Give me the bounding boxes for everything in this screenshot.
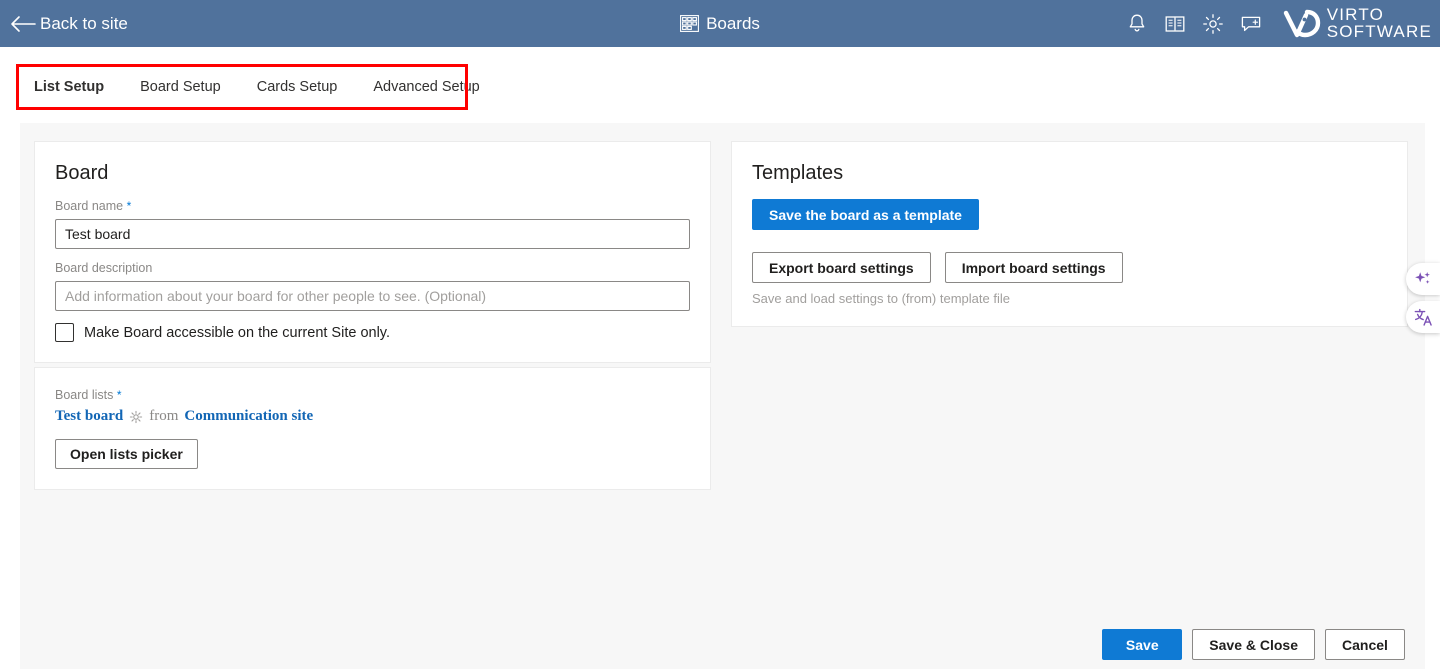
save-template-button-wrap: Save the board as a template — [752, 199, 1387, 230]
save-board-as-template-button[interactable]: Save the board as a template — [752, 199, 979, 230]
back-to-site-label: Back to site — [40, 13, 128, 33]
right-column: Templates Save the board as a template E… — [731, 141, 1408, 327]
boards-grid-icon — [680, 15, 700, 32]
template-io-buttons: Export board settings Import board setti… — [752, 252, 1387, 283]
settings-cards-row: Board Board name * Board description Mak… — [34, 141, 1412, 490]
board-lists-card: Board lists * Test board from Communicat… — [34, 367, 711, 490]
save-and-close-button[interactable]: Save & Close — [1192, 629, 1315, 660]
tab-cards-setup-label: Cards Setup — [256, 79, 338, 95]
cancel-button[interactable]: Cancel — [1325, 629, 1405, 660]
tab-board-setup[interactable]: Board Setup — [122, 64, 239, 110]
board-name-required-star: * — [126, 199, 132, 213]
brand-line-1: VIRTO — [1326, 4, 1385, 24]
tab-list-setup[interactable]: List Setup — [16, 64, 122, 110]
list-settings-gear-icon[interactable] — [129, 410, 143, 424]
site-only-label: Make Board accessible on the current Sit… — [84, 324, 391, 341]
board-card: Board Board name * Board description Mak… — [34, 141, 711, 363]
board-description-input[interactable] — [55, 281, 690, 311]
from-label: from — [149, 408, 179, 424]
board-lists-required-star: * — [116, 388, 122, 402]
gear-icon[interactable] — [1201, 12, 1225, 36]
form-action-bar: Save Save & Close Cancel — [1102, 629, 1405, 660]
save-and-close-button-label: Save & Close — [1209, 636, 1298, 653]
board-description-label: Board description — [55, 261, 153, 275]
header-actions: VIRTO SOFTWARE — [1125, 0, 1432, 47]
book-icon[interactable] — [1163, 12, 1187, 36]
site-only-checkbox-row[interactable]: Make Board accessible on the current Sit… — [55, 323, 690, 342]
translate-button[interactable] — [1406, 301, 1440, 333]
board-name-label: Board name * — [55, 199, 690, 213]
app-header: Back to site Boards VIRTO SOFTWARE — [0, 0, 1440, 47]
app-title: Boards — [706, 13, 760, 33]
save-button[interactable]: Save — [1102, 629, 1183, 660]
tab-cards-setup[interactable]: Cards Setup — [239, 64, 356, 110]
floating-tools — [1406, 263, 1440, 333]
save-button-label: Save — [1125, 636, 1159, 653]
virto-mark-icon — [1283, 9, 1320, 37]
export-board-settings-label: Export board settings — [769, 259, 914, 276]
settings-content-area: Board Board name * Board description Mak… — [20, 123, 1425, 669]
open-lists-picker-button[interactable]: Open lists picker — [55, 439, 198, 469]
templates-card: Templates Save the board as a template E… — [731, 141, 1408, 327]
cancel-button-label: Cancel — [1342, 636, 1388, 653]
board-name-input[interactable] — [55, 219, 690, 249]
tab-board-setup-label: Board Setup — [140, 79, 221, 95]
board-description-field-block: Board description — [55, 261, 690, 311]
left-column: Board Board name * Board description Mak… — [34, 141, 711, 490]
import-board-settings-label: Import board settings — [961, 259, 1106, 276]
back-to-site-button[interactable]: Back to site — [10, 14, 128, 34]
board-list-entry: Test board from Communication site — [55, 408, 690, 425]
site-only-checkbox[interactable] — [55, 323, 74, 342]
ai-sparkles-icon — [1415, 272, 1430, 284]
tab-advanced-setup[interactable]: Advanced Setup — [355, 64, 497, 110]
templates-hint-text: Save and load settings to (from) templat… — [752, 291, 1010, 306]
tab-list-setup-label: List Setup — [34, 79, 105, 95]
board-card-title: Board — [55, 162, 109, 184]
virto-software-logo: VIRTO SOFTWARE — [1283, 4, 1432, 41]
setup-tabstrip: List Setup Board Setup Cards Setup Advan… — [0, 47, 1440, 110]
board-list-name-link[interactable]: Test board — [55, 408, 123, 425]
ai-assistant-button[interactable] — [1406, 263, 1440, 295]
export-board-settings-button[interactable]: Export board settings — [752, 252, 931, 283]
translate-icon — [1414, 308, 1432, 326]
back-arrow-icon — [11, 15, 36, 32]
import-board-settings-button[interactable]: Import board settings — [944, 252, 1123, 283]
board-lists-label-text: Board lists — [55, 388, 114, 402]
feedback-icon[interactable] — [1239, 12, 1263, 36]
site-name-link[interactable]: Communication site — [184, 408, 313, 425]
board-name-label-text: Board name — [55, 199, 124, 213]
save-board-as-template-label: Save the board as a template — [769, 206, 962, 223]
board-name-field-block: Board name * — [55, 199, 690, 249]
tab-advanced-setup-label: Advanced Setup — [373, 79, 480, 95]
bell-icon[interactable] — [1125, 12, 1149, 36]
open-lists-picker-label: Open lists picker — [70, 446, 183, 462]
templates-card-title: Templates — [752, 162, 844, 184]
board-lists-label: Board lists * — [55, 388, 690, 402]
brand-line-2: SOFTWARE — [1326, 21, 1432, 41]
setup-tabs: List Setup Board Setup Cards Setup Advan… — [16, 64, 498, 110]
